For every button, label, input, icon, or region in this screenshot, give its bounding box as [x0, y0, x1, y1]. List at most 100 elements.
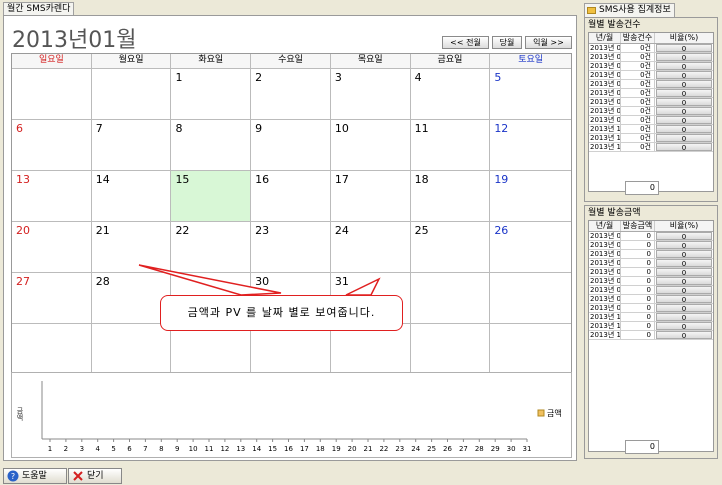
calendar-day-cell[interactable] [490, 273, 572, 323]
calendar-day-cell[interactable]: 20 [12, 222, 92, 272]
calendar-day-cell[interactable]: 11 [410, 120, 491, 170]
ratio-cell: 0 [656, 53, 712, 62]
value-cell: 0건 [621, 89, 655, 97]
calendar-day-cell[interactable] [490, 324, 572, 374]
calendar-day-cell[interactable]: 3 [330, 69, 411, 119]
month-cell: 2013년 09 [590, 304, 621, 312]
header-month: 년/월 [589, 221, 621, 231]
value-cell: 0건 [621, 116, 655, 124]
value-cell: 0건 [621, 107, 655, 115]
calendar-day-cell[interactable] [330, 324, 411, 374]
x-tick-label: 22 [379, 445, 388, 453]
monthly-count-row: 2013년 050건0 [589, 80, 713, 89]
monthly-count-row: 2013년 070건0 [589, 98, 713, 107]
weekday-header: 월요일 [91, 54, 172, 68]
monthly-amount-total: 0 [625, 440, 659, 454]
value-cell: 0건 [621, 53, 655, 61]
monthly-count-row: 2013년 030건0 [589, 62, 713, 71]
legend-swatch [537, 409, 545, 417]
header-count: 발송건수 [621, 33, 655, 43]
day-number: 26 [494, 224, 509, 237]
ratio-cell: 0 [656, 331, 712, 340]
day-number: 6 [16, 122, 23, 135]
ratio-cell: 0 [656, 277, 712, 286]
calendar-panel: 2013년01월 << 전월 당월 익월 >> 일요일 월요일 화요일 수요일 목요일 금… [3, 15, 577, 461]
calendar-day-cell[interactable]: 9 [251, 120, 331, 170]
ratio-cell: 0 [656, 107, 712, 116]
daily-chart: 금액 1 2 3 4 5 6 7 8 9 10 11 12 13 14 15 16 17 18 19 20 21 22 23… [11, 372, 572, 458]
monthly-amount-row: 2013년 0500 [589, 268, 713, 277]
ratio-cell: 0 [656, 313, 712, 322]
calendar-day-cell[interactable]: 18 [410, 171, 491, 221]
calendar-day-cell[interactable]: 1 [171, 69, 252, 119]
tab-monthly-calendar[interactable]: 월간 SMS카렌다 [3, 2, 75, 16]
x-tick-label: 21 [364, 445, 373, 453]
calendar-day-cell[interactable] [251, 324, 331, 374]
month-cell: 2013년 06 [590, 277, 621, 285]
tab-sms-stats-label: SMS사용 집계정보 [599, 5, 671, 15]
header-ratio: 비율(%) [669, 221, 699, 230]
day-number: 23 [255, 224, 270, 237]
day-number: 2 [255, 71, 263, 84]
month-cell: 2013년 10 [590, 125, 621, 133]
ratio-cell: 0 [656, 80, 712, 89]
help-button[interactable]: ? 도움말[F8] [3, 468, 67, 484]
close-button[interactable]: 닫기[F12] [68, 468, 122, 484]
calendar-day-cell[interactable]: 5 [490, 69, 572, 119]
month-cell: 2013년 06 [590, 89, 621, 97]
x-tick-label: 10 [189, 445, 198, 453]
next-month-button[interactable]: 익월 >> [525, 36, 572, 49]
calendar-day-cell[interactable]: 8 [171, 120, 252, 170]
calendar-day-cell[interactable]: 4 [410, 69, 491, 119]
x-tick-label: 26 [443, 445, 452, 453]
x-tick-label: 9 [175, 445, 179, 453]
calendar-day-cell[interactable] [91, 69, 172, 119]
calendar-day-cell[interactable] [12, 69, 92, 119]
x-tick-label: 18 [316, 445, 325, 453]
tab-sms-stats[interactable]: SMS사용 집계정보 [584, 3, 675, 17]
calendar-day-cell[interactable] [91, 324, 172, 374]
weekday-header: 금요일 [410, 54, 491, 68]
calendar-day-cell[interactable]: 12 [490, 120, 572, 170]
callout-tooltip: 금액과 PV 를 날짜 별로 보여줍니다. [160, 295, 403, 331]
ratio-cell: 0 [656, 250, 712, 259]
prev-month-button[interactable]: << 전월 [442, 36, 489, 49]
ratio-cell: 0 [656, 295, 712, 304]
calendar-day-cell[interactable]: 7 [91, 120, 172, 170]
calendar-day-cell[interactable]: 6 [12, 120, 92, 170]
month-cell: 2013년 12 [590, 331, 621, 339]
current-month-button[interactable]: 당월 [492, 36, 522, 49]
month-cell: 2013년 12 [590, 143, 621, 151]
calendar-day-cell[interactable]: 10 [330, 120, 411, 170]
ratio-cell: 0 [656, 322, 712, 331]
calendar-day-cell[interactable] [12, 324, 92, 374]
calendar-day-cell[interactable]: 19 [490, 171, 572, 221]
header-month: 년/월 [589, 33, 621, 43]
day-number: 28 [95, 275, 110, 288]
calendar-day-cell[interactable]: 13 [12, 171, 92, 221]
ratio-cell: 0 [656, 241, 712, 250]
calendar-day-cell[interactable]: 27 [12, 273, 92, 323]
monthly-count-row: 2013년 040건0 [589, 71, 713, 80]
calendar-day-cell[interactable]: 16 [251, 171, 331, 221]
x-tick-label: 31 [523, 445, 532, 453]
calendar-day-cell[interactable] [410, 324, 491, 374]
calendar-day-cell[interactable]: 14 [91, 171, 172, 221]
value-cell: 0 [621, 286, 655, 294]
calendar-day-cell[interactable]: 2 [251, 69, 331, 119]
day-number: 3 [334, 71, 342, 84]
monthly-amount-row: 2013년 1000 [589, 313, 713, 322]
calendar-day-cell[interactable]: 26 [490, 222, 572, 272]
day-number: 1 [175, 71, 183, 84]
x-tick-label: 28 [475, 445, 484, 453]
monthly-count-table: 년/월 발송건수 비율(%) 2013년 010건02013년 020건0201… [588, 32, 714, 192]
day-number: 11 [414, 122, 429, 135]
month-cell: 2013년 04 [590, 259, 621, 267]
value-cell: 0 [621, 259, 655, 267]
month-cell: 2013년 03 [590, 250, 621, 258]
calendar-day-cell[interactable]: 17 [330, 171, 411, 221]
calendar-day-cell[interactable] [171, 324, 252, 374]
x-tick-label: 23 [395, 445, 404, 453]
calendar-day-cell[interactable]: 15 [171, 171, 252, 221]
month-cell: 2013년 07 [590, 98, 621, 106]
